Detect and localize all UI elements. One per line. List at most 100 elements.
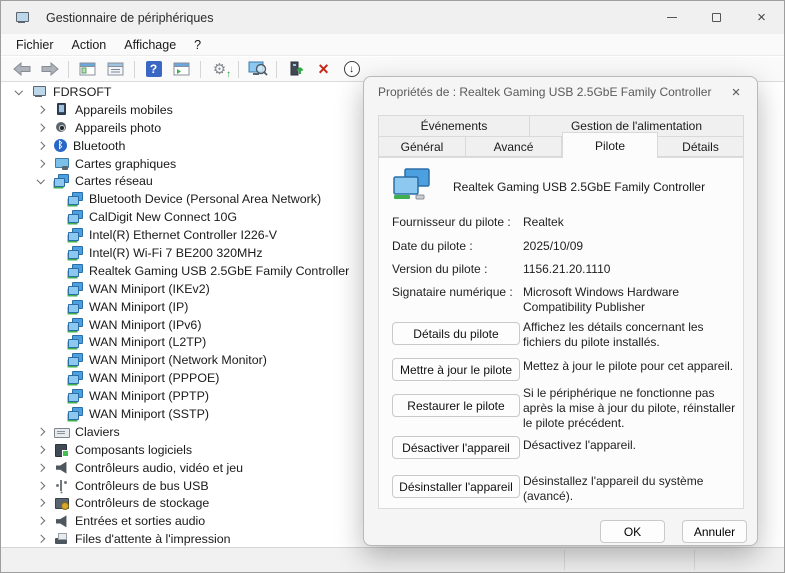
chevron-icon[interactable] xyxy=(32,156,48,172)
chevron-icon[interactable] xyxy=(32,173,48,189)
menu-action[interactable]: Action xyxy=(63,36,116,54)
tree-item-label: Cartes graphiques xyxy=(75,157,176,171)
red-x-glyph: × xyxy=(318,60,329,78)
uninstall-device-icon[interactable]: × xyxy=(311,58,336,80)
toolbar-separator xyxy=(134,61,135,78)
keyboard-icon xyxy=(54,425,69,439)
tab-content-pane: Realtek Gaming USB 2.5GbE Family Control… xyxy=(378,157,744,509)
install-driver-icon[interactable] xyxy=(283,58,308,80)
network-adapter-icon xyxy=(68,192,83,206)
bluetooth-rune-glyph: ᛒ xyxy=(54,140,67,151)
tab-evenements[interactable]: Événements xyxy=(378,115,530,136)
menu-fichier[interactable]: Fichier xyxy=(7,36,63,54)
back-icon[interactable] xyxy=(9,58,34,80)
update-driver-button[interactable]: Mettre à jour le pilote xyxy=(392,358,520,381)
toolbar-separator xyxy=(68,61,69,78)
field-value: Realtek xyxy=(523,215,735,230)
chevron-icon[interactable] xyxy=(32,460,48,476)
update-driver-icon[interactable]: ⚙↑ xyxy=(207,58,232,80)
network-adapter-icon xyxy=(68,318,83,332)
chevron-icon[interactable] xyxy=(32,424,48,440)
close-icon: × xyxy=(757,10,766,25)
camera-icon xyxy=(54,121,69,135)
forward-icon[interactable] xyxy=(37,58,62,80)
tree-item-label: WAN Miniport (IPv6) xyxy=(89,318,201,332)
tree-item-label: CalDigit New Connect 10G xyxy=(89,210,237,224)
network-adapter-icon xyxy=(68,300,83,314)
usb-icon xyxy=(54,479,69,493)
storage-controller-icon xyxy=(54,496,69,510)
field-label: Date du pilote : xyxy=(392,239,520,253)
tab-row-2: Général Avancé Pilote Détails xyxy=(378,136,744,158)
console-tree-icon[interactable] xyxy=(75,58,100,80)
action-description: Si le périphérique ne fonctionne pas apr… xyxy=(523,386,737,431)
network-adapter-icon xyxy=(68,353,83,367)
mobile-device-icon xyxy=(54,103,69,117)
network-adapter-icon xyxy=(68,335,83,349)
chevron-icon[interactable] xyxy=(32,495,48,511)
action-description: Désinstallez l'appareil du système (avan… xyxy=(523,474,737,504)
software-component-icon xyxy=(54,443,69,457)
cancel-button[interactable]: Annuler xyxy=(682,520,747,543)
network-adapter-icon xyxy=(68,246,83,260)
ok-button[interactable]: OK xyxy=(600,520,665,543)
close-button[interactable]: × xyxy=(739,1,784,34)
action-description: Désactivez l'appareil. xyxy=(523,438,737,453)
tab-general[interactable]: Général xyxy=(378,136,466,157)
gear-glyph: ⚙ xyxy=(213,62,226,77)
chevron-icon[interactable] xyxy=(32,513,48,529)
chevron-icon[interactable] xyxy=(32,102,48,118)
uninstall-device-button[interactable]: Désinstaller l'appareil xyxy=(392,475,520,498)
close-icon: × xyxy=(732,84,741,101)
tree-item-label: WAN Miniport (IP) xyxy=(89,300,188,314)
question-mark-glyph: ? xyxy=(146,61,162,77)
chevron-icon[interactable] xyxy=(32,531,48,547)
speaker-icon xyxy=(54,461,69,475)
tree-item-label: WAN Miniport (PPPOE) xyxy=(89,371,219,385)
network-adapter-icon xyxy=(68,407,83,421)
menu-affichage[interactable]: Affichage xyxy=(115,36,185,54)
chevron-icon[interactable] xyxy=(32,120,48,136)
tree-item-label: Bluetooth xyxy=(73,139,125,153)
chevron-icon[interactable] xyxy=(32,442,48,458)
minimize-button[interactable] xyxy=(649,1,694,34)
tab-avance[interactable]: Avancé xyxy=(466,136,562,157)
list-view-icon[interactable] xyxy=(169,58,194,80)
driver-details-button[interactable]: Détails du pilote xyxy=(392,322,520,345)
network-adapter-icon xyxy=(68,228,83,242)
dialog-title: Propriétés de : Realtek Gaming USB 2.5Gb… xyxy=(378,85,711,99)
status-bar xyxy=(1,547,784,572)
chevron-icon[interactable] xyxy=(32,138,48,154)
tab-pilote[interactable]: Pilote xyxy=(562,132,658,158)
action-description: Mettez à jour le pilote pour cet apparei… xyxy=(523,359,737,374)
speaker-icon xyxy=(54,514,69,528)
disable-device-icon[interactable]: ↓ xyxy=(339,58,364,80)
down-arrow-glyph: ↓ xyxy=(349,64,354,75)
maximize-button[interactable] xyxy=(694,1,739,34)
network-adapter-icon xyxy=(54,174,69,188)
tab-details[interactable]: Détails xyxy=(658,136,744,157)
computer-icon xyxy=(32,85,47,99)
menu-help[interactable]: ? xyxy=(185,36,210,54)
display-adapter-icon xyxy=(54,157,69,171)
scan-hardware-icon[interactable] xyxy=(245,58,270,80)
tree-item-label: WAN Miniport (PPTP) xyxy=(89,389,209,403)
tree-item-label: Contrôleurs de bus USB xyxy=(75,479,209,493)
rollback-driver-button[interactable]: Restaurer le pilote xyxy=(392,394,520,417)
field-value: 1156.21.20.1110 xyxy=(523,262,735,277)
network-adapter-icon xyxy=(68,282,83,296)
properties-icon[interactable] xyxy=(103,58,128,80)
printer-icon xyxy=(54,532,69,546)
field-value: 2025/10/09 xyxy=(523,239,735,254)
field-value: Microsoft Windows Hardware Compatibility… xyxy=(523,285,735,314)
network-adapter-icon-large xyxy=(392,168,432,205)
tree-item-label: Contrôleurs audio, vidéo et jeu xyxy=(75,461,243,475)
tree-item-label: Composants logiciels xyxy=(75,443,192,457)
bluetooth-icon: ᛒ xyxy=(54,139,67,152)
disable-device-button[interactable]: Désactiver l'appareil xyxy=(392,436,520,459)
help-icon[interactable]: ? xyxy=(141,58,166,80)
chevron-icon[interactable] xyxy=(32,478,48,494)
dialog-titlebar: Propriétés de : Realtek Gaming USB 2.5Gb… xyxy=(364,77,757,107)
dialog-close-button[interactable]: × xyxy=(725,82,747,102)
chevron-icon[interactable] xyxy=(10,84,26,100)
